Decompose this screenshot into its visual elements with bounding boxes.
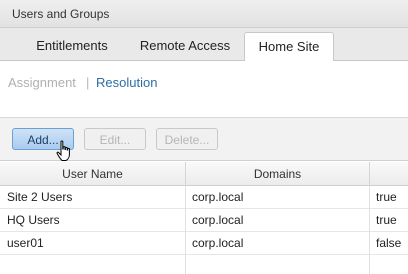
subnav: Assignment | Resolution bbox=[0, 61, 408, 117]
cell-empty bbox=[186, 255, 370, 274]
cell-value: true bbox=[376, 213, 397, 227]
cell-user-name: user01 bbox=[0, 232, 186, 255]
table-row[interactable]: HQ Users corp.local true bbox=[0, 209, 408, 232]
users-table: User Name Domains Site 2 Users corp.loca… bbox=[0, 162, 408, 274]
cell-value: false bbox=[376, 236, 402, 250]
window-title: Users and Groups bbox=[12, 7, 110, 21]
tab-entitlements[interactable]: Entitlements bbox=[22, 32, 122, 61]
subnav-assignment[interactable]: Assignment bbox=[8, 75, 76, 90]
hand-pointer-icon bbox=[56, 140, 70, 161]
delete-button[interactable]: Delete... bbox=[156, 128, 218, 150]
edit-button[interactable]: Edit... bbox=[84, 128, 146, 150]
table-row-empty bbox=[0, 255, 408, 274]
column-header-value[interactable] bbox=[370, 162, 408, 186]
cell-user-name: Site 2 Users bbox=[0, 186, 186, 209]
subnav-separator: | bbox=[86, 75, 90, 90]
cell-value: true bbox=[376, 190, 397, 204]
subnav-resolution[interactable]: Resolution bbox=[96, 75, 157, 90]
table-row[interactable]: user01 corp.local false bbox=[0, 232, 408, 255]
column-header-domains[interactable]: Domains bbox=[186, 162, 370, 186]
table-row[interactable]: Site 2 Users corp.local true bbox=[0, 186, 408, 209]
tab-remote-access[interactable]: Remote Access bbox=[130, 32, 240, 61]
cell-empty bbox=[370, 255, 408, 274]
tab-strip: Entitlements Remote Access Home Site bbox=[0, 28, 408, 62]
window-titlebar: Users and Groups bbox=[0, 0, 408, 28]
tab-home-site[interactable]: Home Site bbox=[244, 32, 334, 62]
cell-empty bbox=[0, 255, 186, 274]
table-header: User Name Domains bbox=[0, 162, 408, 186]
cell-domain: corp.local bbox=[186, 209, 370, 232]
cell-domain: corp.local bbox=[186, 232, 370, 255]
cell-user-name: HQ Users bbox=[0, 209, 186, 232]
column-header-user-name[interactable]: User Name bbox=[0, 162, 186, 186]
cell-domain: corp.local bbox=[186, 186, 370, 209]
